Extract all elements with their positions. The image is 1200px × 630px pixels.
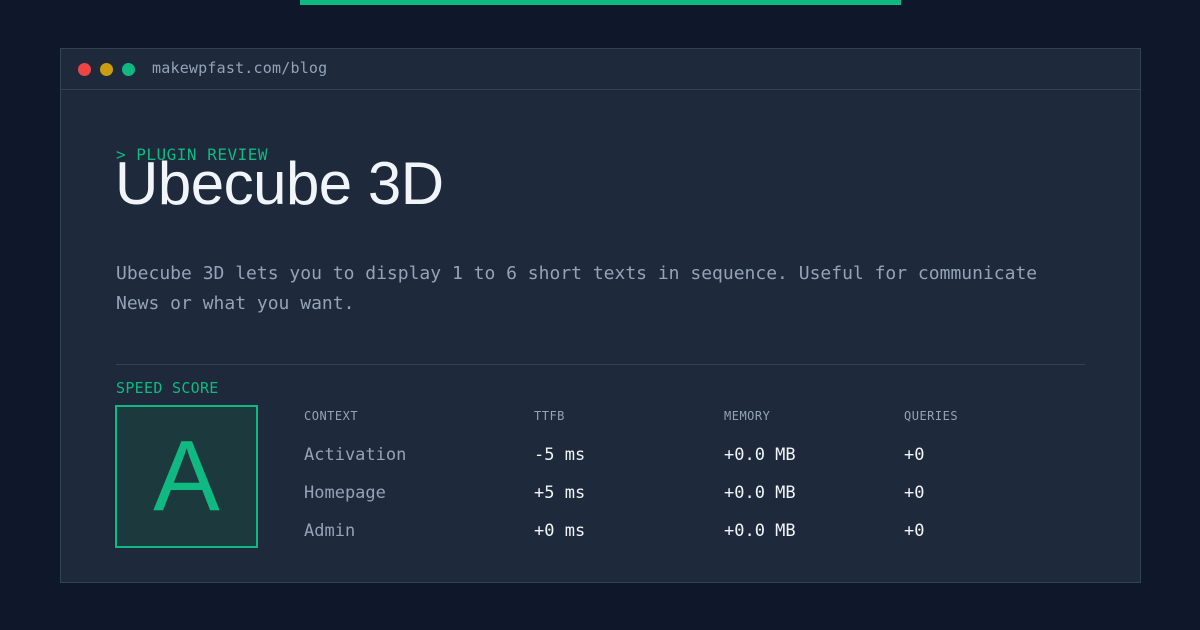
row-queries-cell: +0 [904, 445, 925, 465]
row-queries-cell: +0 [904, 483, 925, 503]
top-accent-bar [300, 0, 901, 5]
column-header-ttfb: TTFB [534, 409, 565, 423]
row-context-cell: Admin [304, 521, 356, 541]
row-ttfb-cell: -5 ms [534, 445, 586, 465]
column-header-context: CONTEXT [304, 409, 359, 423]
column-header-queries: QUERIES [904, 409, 959, 423]
row-context-cell: Homepage [304, 483, 386, 503]
column-header-memory: MEMORY [724, 409, 771, 423]
row-ttfb-cell: +5 ms [534, 483, 586, 503]
close-window-icon[interactable] [78, 63, 91, 76]
page-title: Ubecube 3D [115, 150, 444, 217]
speed-score-label: SPEED SCORE [116, 379, 219, 397]
url-text: makewpfast.com/blog [152, 59, 328, 77]
row-ttfb-cell: +0 ms [534, 521, 586, 541]
window-titlebar: makewpfast.com/blog [61, 49, 1140, 90]
row-context-cell: Activation [304, 445, 407, 465]
row-queries-cell: +0 [904, 521, 925, 541]
section-divider [116, 364, 1085, 365]
row-memory-cell: +0.0 MB [724, 483, 796, 503]
row-memory-cell: +0.0 MB [724, 521, 796, 541]
plugin-description: Ubecube 3D lets you to display 1 to 6 sh… [116, 263, 1038, 314]
browser-window: makewpfast.com/blog > PLUGIN REVIEW Ubec… [60, 48, 1141, 583]
row-memory-cell: +0.0 MB [724, 445, 796, 465]
maximize-window-icon[interactable] [122, 63, 135, 76]
minimize-window-icon[interactable] [100, 63, 113, 76]
speed-grade-badge: A [115, 405, 258, 548]
